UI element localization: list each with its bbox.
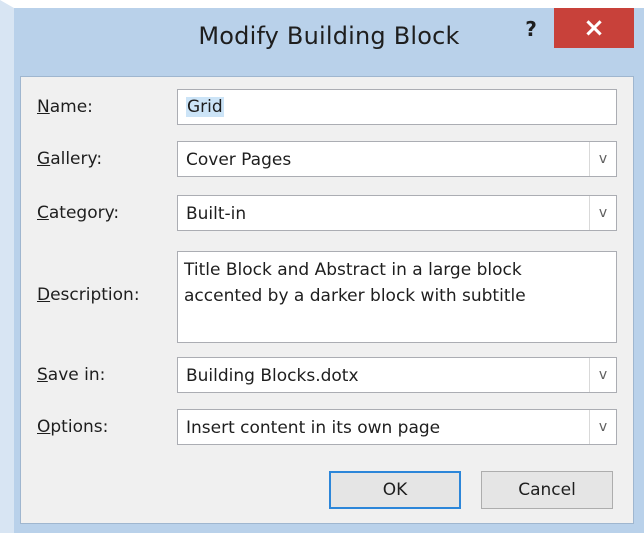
name-value: Grid <box>186 97 224 117</box>
description-line-1: Title Block and Abstract in a large bloc… <box>184 260 522 280</box>
chevron-down-icon[interactable]: v <box>589 196 616 230</box>
gallery-mnemonic: G <box>37 149 51 169</box>
modify-building-block-dialog: Modify Building Block ? × Name: Grid Gal… <box>0 0 644 533</box>
save-in-label: Save in: <box>37 365 105 385</box>
description-textarea[interactable]: Title Block and Abstract in a large bloc… <box>177 251 617 343</box>
close-button[interactable]: × <box>554 8 634 48</box>
save-in-mnemonic: S <box>37 365 48 385</box>
name-mnemonic: N <box>37 97 50 117</box>
close-icon: × <box>583 13 605 43</box>
category-mnemonic: C <box>37 203 49 223</box>
category-value: Built-in <box>186 204 247 224</box>
options-value: Insert content in its own page <box>186 418 441 438</box>
category-label: Category: <box>37 203 119 223</box>
name-label-text: ame: <box>49 97 93 117</box>
description-label: Description: <box>37 285 140 305</box>
category-label-text: ategory: <box>48 203 120 223</box>
dialog-body: Name: Grid Gallery: Cover Pages v Catego… <box>20 76 634 524</box>
gallery-label: Gallery: <box>37 149 102 169</box>
name-input[interactable]: Grid <box>177 89 617 125</box>
name-label: Name: <box>37 97 93 117</box>
options-mnemonic: O <box>37 417 51 437</box>
ok-button[interactable]: OK <box>329 471 461 509</box>
save-in-value: Building Blocks.dotx <box>186 366 359 386</box>
save-in-dropdown[interactable]: Building Blocks.dotx v <box>177 357 617 393</box>
title-bar: Modify Building Block ? × <box>14 8 644 76</box>
chevron-down-icon[interactable]: v <box>589 358 616 392</box>
gallery-label-text: allery: <box>50 149 103 169</box>
help-button[interactable]: ? <box>511 12 551 46</box>
save-in-label-text: ave in: <box>47 365 106 385</box>
chevron-down-icon[interactable]: v <box>589 410 616 444</box>
description-label-text: escription: <box>50 285 140 305</box>
cancel-button[interactable]: Cancel <box>481 471 613 509</box>
options-label: Options: <box>37 417 108 437</box>
description-line-2: accented by a darker block with subtitle <box>184 286 526 306</box>
options-label-text: ptions: <box>50 417 109 437</box>
gallery-dropdown[interactable]: Cover Pages v <box>177 141 617 177</box>
gallery-value: Cover Pages <box>186 150 292 170</box>
description-mnemonic: D <box>37 285 51 305</box>
category-dropdown[interactable]: Built-in v <box>177 195 617 231</box>
options-dropdown[interactable]: Insert content in its own page v <box>177 409 617 445</box>
chevron-down-icon[interactable]: v <box>589 142 616 176</box>
